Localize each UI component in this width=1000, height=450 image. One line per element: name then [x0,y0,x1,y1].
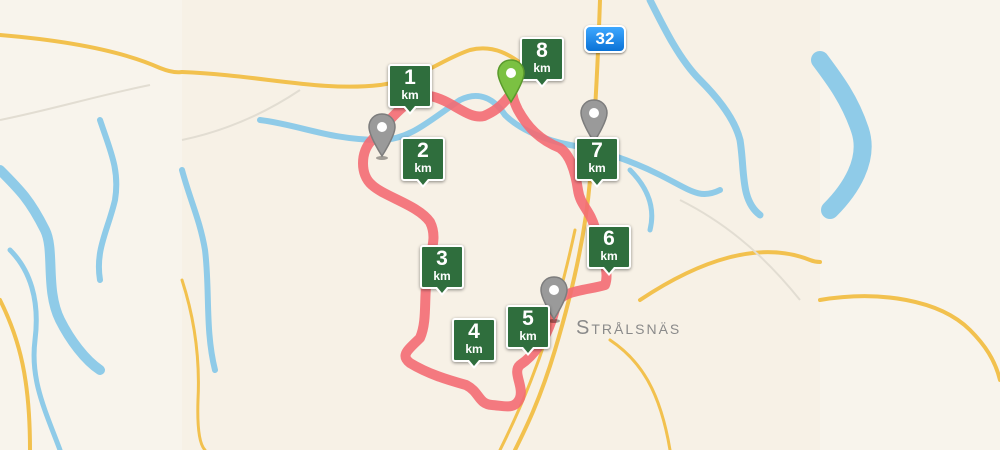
km-marker-6[interactable]: 6 km [587,225,631,276]
place-label-stralsnas: Strålsnäs [576,317,682,339]
km-marker-1[interactable]: 1 km [388,64,432,115]
km-marker-unit: km [465,342,483,356]
km-marker-number: 6 [603,227,615,250]
km-marker-number: 3 [436,247,448,270]
km-marker-unit: km [588,161,606,175]
km-marker-number: 5 [522,307,534,330]
map-tile-right [820,0,1000,450]
km-marker-7[interactable]: 7 km [575,137,619,188]
km-marker-unit: km [433,269,451,283]
km-marker-4[interactable]: 4 km [452,318,496,369]
km-marker-5[interactable]: 5 km [506,305,550,356]
waypoint-pin-icon[interactable] [366,112,398,162]
map-view[interactable]: 32 Strålsnäs 1 km 2 km 3 km 4 km 5 km 6 … [0,0,1000,450]
start-pin-icon[interactable] [495,58,527,108]
km-marker-number: 8 [536,39,548,62]
km-marker-unit: km [414,161,432,175]
km-marker-unit: km [519,329,537,343]
km-marker-unit: km [401,88,419,102]
km-marker-unit: km [600,249,618,263]
km-marker-unit: km [533,61,551,75]
km-marker-number: 2 [417,139,429,162]
route-32-sign: 32 [584,25,626,53]
km-marker-2[interactable]: 2 km [401,137,445,188]
km-marker-number: 4 [468,320,480,343]
km-marker-number: 7 [591,139,603,162]
km-marker-number: 1 [404,66,416,89]
km-marker-3[interactable]: 3 km [420,245,464,296]
